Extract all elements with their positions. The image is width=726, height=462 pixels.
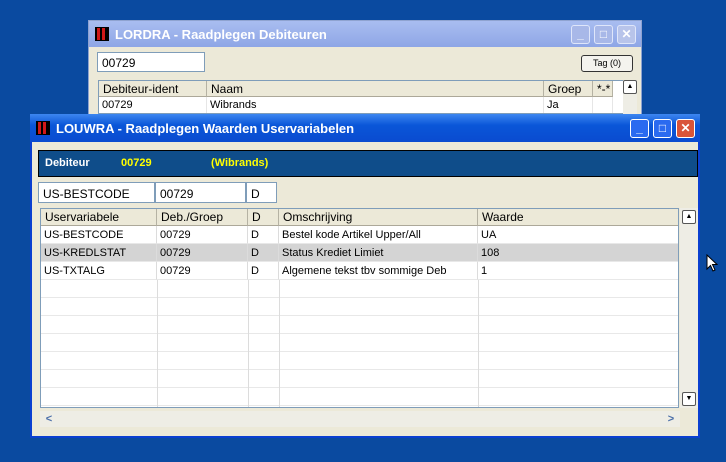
lordra-vertical-scrollbar[interactable]: ▲ — [623, 80, 637, 114]
louwra-window[interactable]: LOUWRA - Raadplegen Waarden Uservariabel… — [30, 114, 700, 438]
louwra-title: LOUWRA - Raadplegen Waarden Uservariabel… — [56, 121, 355, 136]
d-field[interactable]: D — [246, 182, 277, 203]
table-row[interactable]: US-BESTCODE 00729 D Bestel kode Artikel … — [41, 226, 678, 244]
col-header-uservariabele[interactable]: Uservariabele — [41, 209, 157, 226]
scroll-left-icon[interactable]: < — [42, 412, 56, 426]
table-cell[interactable]: D — [248, 226, 279, 244]
empty-grid-area — [41, 280, 678, 407]
banner-label: Debiteur — [45, 157, 90, 169]
col-header-d[interactable]: D — [248, 209, 279, 226]
table-cell[interactable]: 00729 — [157, 226, 248, 244]
horizontal-scrollbar[interactable]: < > — [40, 411, 680, 427]
col-header-deb-groep[interactable]: Deb./Groep — [157, 209, 248, 226]
app-logo-icon — [36, 121, 50, 135]
uservariabelen-table: Uservariabele Deb./Groep D Omschrijving … — [40, 208, 679, 408]
table-cell[interactable] — [593, 97, 613, 113]
table-cell[interactable]: US-TXTALG — [41, 262, 157, 280]
close-icon[interactable]: ✕ — [676, 119, 695, 138]
scroll-up-icon[interactable]: ▲ — [682, 210, 696, 224]
table-row-selected[interactable]: US-KREDLSTAT 00729 D Status Krediet Limi… — [41, 244, 678, 262]
table-cell[interactable]: 00729 — [157, 262, 248, 280]
table-cell[interactable]: Ja — [544, 97, 593, 113]
col-header-waarde[interactable]: Waarde — [478, 209, 678, 226]
deb-groep-field[interactable]: 00729 — [155, 182, 246, 203]
scroll-down-icon[interactable]: ▼ — [682, 392, 696, 406]
uservariabele-field[interactable]: US-BESTCODE — [38, 182, 155, 203]
table-row[interactable]: US-TXTALG 00729 D Algemene tekst tbv som… — [41, 262, 678, 280]
debiteur-search-input[interactable]: 00729 — [97, 52, 205, 72]
table-cell[interactable]: 108 — [478, 244, 678, 262]
banner-name: (Wibrands) — [211, 157, 269, 169]
debiteur-banner: Debiteur 00729 (Wibrands) — [38, 150, 698, 177]
table-cell[interactable]: 00729 — [157, 244, 248, 262]
col-header-debiteur[interactable]: Debiteur-ident — [99, 81, 207, 97]
minimize-icon[interactable]: _ — [571, 25, 590, 44]
table-cell[interactable]: 00729 — [99, 97, 207, 113]
col-header-naam[interactable]: Naam — [207, 81, 544, 97]
close-icon[interactable]: ✕ — [617, 25, 636, 44]
table-cell[interactable]: Wibrands — [207, 97, 544, 113]
lordra-titlebar[interactable]: LORDRA - Raadplegen Debiteuren _ □ ✕ — [89, 21, 641, 47]
louwra-titlebar[interactable]: LOUWRA - Raadplegen Waarden Uservariabel… — [30, 114, 700, 142]
col-header-flag[interactable]: *-* — [593, 81, 613, 97]
maximize-icon[interactable]: □ — [653, 119, 672, 138]
scroll-right-icon[interactable]: > — [664, 412, 678, 426]
tag-button[interactable]: Tag (0) — [581, 55, 633, 72]
col-header-groep[interactable]: Groep — [544, 81, 593, 97]
table-cell[interactable]: D — [248, 244, 279, 262]
table-cell[interactable]: Algemene tekst tbv sommige Deb — [279, 262, 478, 280]
col-header-omschrijving[interactable]: Omschrijving — [279, 209, 478, 226]
vertical-scrollbar[interactable]: ▲ ▼ — [680, 208, 698, 408]
scroll-up-icon[interactable]: ▲ — [623, 80, 637, 94]
app-logo-icon — [95, 27, 109, 41]
maximize-icon[interactable]: □ — [594, 25, 613, 44]
table-cell[interactable]: UA — [478, 226, 678, 244]
table-cell[interactable]: US-KREDLSTAT — [41, 244, 157, 262]
minimize-icon[interactable]: _ — [630, 119, 649, 138]
lordra-window[interactable]: LORDRA - Raadplegen Debiteuren _ □ ✕ 007… — [88, 20, 642, 116]
banner-code: 00729 — [121, 157, 152, 169]
table-cell[interactable]: D — [248, 262, 279, 280]
table-cell[interactable]: Status Krediet Limiet — [279, 244, 478, 262]
table-cell[interactable]: 1 — [478, 262, 678, 280]
debiteur-table: Debiteur-ident Naam Groep *-* 00729 Wibr… — [98, 80, 624, 114]
table-cell[interactable]: Bestel kode Artikel Upper/All — [279, 226, 478, 244]
lordra-title: LORDRA - Raadplegen Debiteuren — [115, 27, 327, 42]
mouse-cursor-icon — [706, 254, 718, 272]
table-cell[interactable]: US-BESTCODE — [41, 226, 157, 244]
